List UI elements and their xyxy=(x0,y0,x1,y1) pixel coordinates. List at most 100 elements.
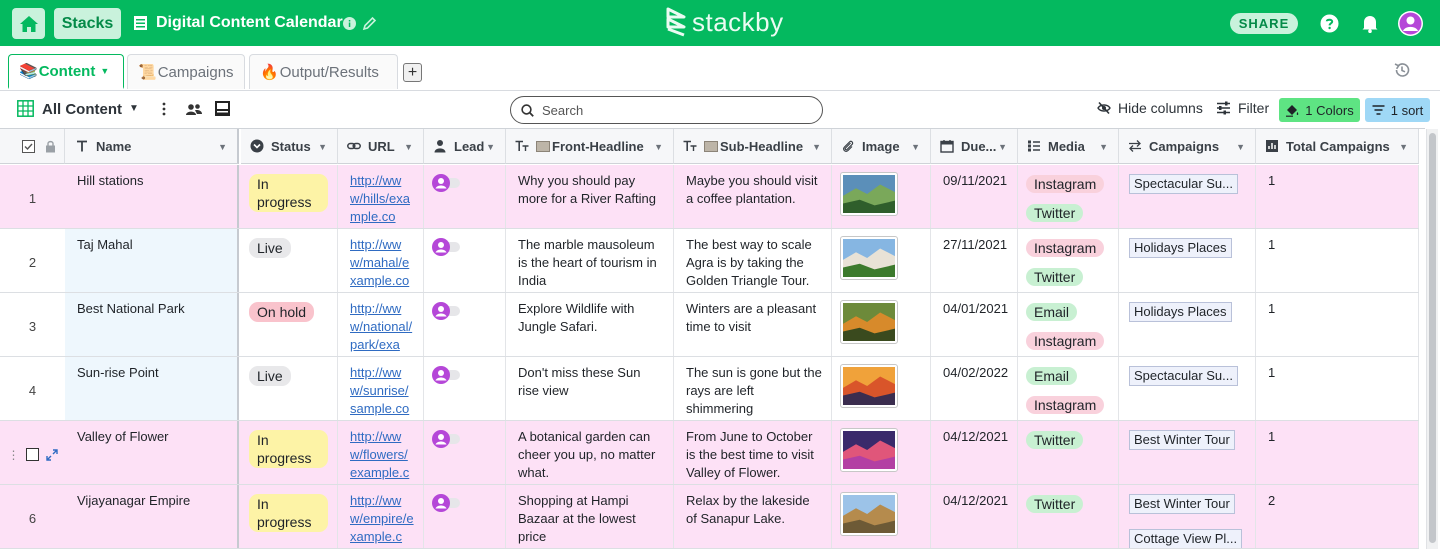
cell-campaigns[interactable]: Best Winter Tour Cottage View Pl... xyxy=(1119,485,1256,548)
column-header-total-campaigns[interactable]: Total Campaigns ▼ xyxy=(1256,129,1419,164)
chevron-down-icon[interactable]: ▼ xyxy=(129,103,139,114)
cell-total[interactable]: 1 xyxy=(1256,165,1419,228)
cell-url[interactable]: http://www/flowers/example.c xyxy=(338,421,424,484)
stacks-button[interactable]: Stacks xyxy=(54,8,121,39)
share-button[interactable]: SHARE xyxy=(1230,13,1298,34)
cell-media[interactable]: Twitter xyxy=(1018,421,1119,484)
user-avatar[interactable] xyxy=(1398,11,1423,36)
cell-status[interactable]: Live xyxy=(241,357,338,420)
cell-total[interactable]: 1 xyxy=(1256,293,1419,356)
campaign-link-chip[interactable]: Best Winter Tour xyxy=(1129,494,1235,514)
url-link[interactable]: http://www/hills/example.co xyxy=(350,173,410,224)
lead-avatar-icon[interactable] xyxy=(432,174,460,192)
cell-status[interactable]: In progress xyxy=(241,421,338,484)
cell-due[interactable]: 04/02/2022 xyxy=(931,357,1018,420)
history-icon[interactable] xyxy=(1393,61,1411,79)
cell-total[interactable]: 2 xyxy=(1256,485,1419,548)
column-header-campaigns[interactable]: Campaigns ▼ xyxy=(1119,129,1256,164)
lead-avatar-icon[interactable] xyxy=(432,430,460,448)
cell-due[interactable]: 04/01/2021 xyxy=(931,293,1018,356)
view-name[interactable]: All Content xyxy=(42,101,122,118)
cell-lead[interactable] xyxy=(424,229,506,292)
cell-front[interactable]: A botanical garden can cheer you up, no … xyxy=(506,421,674,484)
campaign-link-chip[interactable]: Best Winter Tour xyxy=(1129,430,1235,450)
vertical-scrollbar[interactable] xyxy=(1426,129,1438,549)
cell-lead[interactable] xyxy=(424,293,506,356)
cell-status[interactable]: In progress xyxy=(241,485,338,548)
column-header-name[interactable]: Name ▼ xyxy=(65,129,239,164)
bell-icon[interactable] xyxy=(1360,13,1380,33)
table-row[interactable]: 1 Hill stations In progress http://www/hill… xyxy=(0,165,1419,229)
lead-avatar-icon[interactable] xyxy=(432,366,460,384)
lead-avatar-icon[interactable] xyxy=(432,302,460,320)
cell-front[interactable]: The marble mausoleum is the heart of tou… xyxy=(506,229,674,292)
cell-image[interactable] xyxy=(832,421,931,484)
cell-sub[interactable]: Winters are a pleasant time to visit xyxy=(674,293,832,356)
tab-output-results[interactable]: 🔥 Output/Results xyxy=(249,54,398,89)
cell-image[interactable] xyxy=(832,229,931,292)
lead-avatar-icon[interactable] xyxy=(432,238,460,256)
cell-front[interactable]: Explore Wildlife with Jungle Safari. xyxy=(506,293,674,356)
home-button[interactable] xyxy=(12,8,45,39)
cell-image[interactable] xyxy=(832,293,931,356)
hide-columns-button[interactable]: Hide columns xyxy=(1097,100,1203,116)
stack-title[interactable]: Digital Content Calendar xyxy=(156,14,343,32)
chevron-down-icon[interactable]: ▼ xyxy=(998,142,1007,152)
cell-due[interactable]: 04/12/2021 xyxy=(931,485,1018,548)
cell-total[interactable]: 1 xyxy=(1256,421,1419,484)
cell-name[interactable]: Best National Park xyxy=(65,293,239,356)
chevron-down-icon[interactable]: ▼ xyxy=(654,142,663,152)
cell-media[interactable]: Instagram Twitter xyxy=(1018,165,1119,228)
campaign-link-chip[interactable]: Holidays Places xyxy=(1129,238,1232,258)
cell-name[interactable]: Hill stations xyxy=(65,165,239,228)
chevron-down-icon[interactable]: ▼ xyxy=(318,142,327,152)
cell-sub[interactable]: Maybe you should visit a coffee plantati… xyxy=(674,165,832,228)
campaign-link-chip[interactable]: Cottage View Pl... xyxy=(1129,529,1243,548)
checkbox-checked-icon[interactable] xyxy=(22,139,35,153)
cell-image[interactable] xyxy=(832,485,931,548)
cell-name[interactable]: Valley of Flower xyxy=(65,421,239,484)
cell-media[interactable]: Email Instagram xyxy=(1018,357,1119,420)
column-header-front-headline[interactable]: Front-Headline ▼ xyxy=(506,129,674,164)
tab-content[interactable]: 📚 Content ▼ xyxy=(8,54,124,89)
campaign-link-chip[interactable]: Spectacular Su... xyxy=(1129,366,1238,386)
cell-status[interactable]: Live xyxy=(241,229,338,292)
cell-media[interactable]: Instagram Twitter xyxy=(1018,229,1119,292)
more-vertical-icon[interactable] xyxy=(160,101,168,117)
search-input[interactable] xyxy=(542,102,802,118)
image-thumbnail[interactable] xyxy=(840,300,898,344)
chevron-down-icon[interactable]: ▼ xyxy=(1236,142,1245,152)
url-link[interactable]: http://www/sunrise/sample.co xyxy=(350,365,409,416)
scrollbar-thumb[interactable] xyxy=(1429,133,1436,543)
pencil-icon[interactable] xyxy=(362,16,377,31)
cell-due[interactable]: 09/11/2021 xyxy=(931,165,1018,228)
column-header-url[interactable]: URL ▼ xyxy=(338,129,424,164)
cell-campaigns[interactable]: Holidays Places xyxy=(1119,229,1256,292)
cell-image[interactable] xyxy=(832,357,931,420)
lead-avatar-icon[interactable] xyxy=(432,494,460,512)
cell-status[interactable]: In progress xyxy=(241,165,338,228)
chevron-down-icon[interactable]: ▼ xyxy=(1099,142,1108,152)
print-icon[interactable] xyxy=(214,100,231,117)
cell-name[interactable]: Sun-rise Point xyxy=(65,357,239,420)
image-thumbnail[interactable] xyxy=(840,428,898,472)
image-thumbnail[interactable] xyxy=(840,236,898,280)
table-row[interactable]: 6 Vijayanagar Empire In progress http://www… xyxy=(0,485,1419,549)
image-thumbnail[interactable] xyxy=(840,364,898,408)
cell-campaigns[interactable]: Holidays Places xyxy=(1119,293,1256,356)
cell-campaigns[interactable]: Spectacular Su... xyxy=(1119,165,1256,228)
campaign-link-chip[interactable]: Holidays Places xyxy=(1129,302,1232,322)
cell-media[interactable]: Email Instagram xyxy=(1018,293,1119,356)
column-header-due-date[interactable]: Due... ▼ xyxy=(931,129,1018,164)
row-checkbox[interactable] xyxy=(25,448,39,461)
cell-media[interactable]: Twitter xyxy=(1018,485,1119,548)
chevron-down-icon[interactable]: ▼ xyxy=(404,142,413,152)
cell-url[interactable]: http://www/sunrise/sample.co xyxy=(338,357,424,420)
url-link[interactable]: http://www/flowers/example.c xyxy=(350,429,409,480)
expand-icon[interactable] xyxy=(45,448,58,461)
help-icon[interactable] xyxy=(1320,14,1339,33)
cell-name[interactable]: Taj Mahal xyxy=(65,229,239,292)
tab-campaigns[interactable]: 📜 Campaigns xyxy=(127,54,245,89)
column-header-sub-headline[interactable]: Sub-Headline ▼ xyxy=(674,129,832,164)
cell-status[interactable]: On hold xyxy=(241,293,338,356)
